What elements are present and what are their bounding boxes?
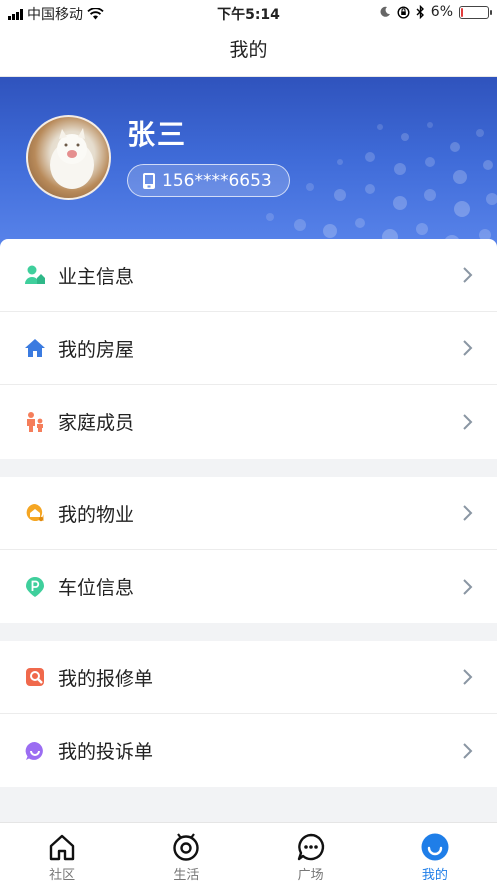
chevron-right-icon [463, 578, 473, 595]
property-icon [24, 502, 46, 524]
tab-label: 生活 [173, 868, 200, 883]
owner-icon [24, 264, 46, 286]
avatar[interactable] [26, 115, 111, 200]
cat-photo [50, 128, 94, 189]
phone-icon [143, 172, 155, 189]
mine-icon [420, 832, 450, 862]
user-name: 张三 [127, 118, 188, 151]
moon-icon [380, 6, 390, 17]
menu-item-owner-info[interactable]: 业主信息 [0, 239, 497, 312]
menu-item-complaint-orders[interactable]: 我的投诉单 [0, 714, 497, 787]
bluetooth-icon [416, 5, 424, 19]
life-icon [171, 832, 201, 862]
profile-header: 张三 156****6653 [0, 77, 497, 257]
menu-item-label: 车位信息 [58, 577, 135, 599]
phone-number: 156****6653 [162, 170, 272, 191]
menu-group-1: 业主信息 我的房屋 家庭成员 [0, 239, 497, 459]
complaint-icon [24, 740, 46, 762]
menu-item-family-members[interactable]: 家庭成员 [0, 385, 497, 458]
parking-icon [24, 576, 46, 598]
tab-bar: 社区 生活 广场 我的 [0, 822, 497, 883]
tab-label: 社区 [49, 868, 76, 883]
menu-item-repair-orders[interactable]: 我的报修单 [0, 641, 497, 714]
repair-icon [24, 666, 46, 688]
phone-badge: 156****6653 [127, 164, 290, 197]
chevron-right-icon [463, 340, 473, 356]
community-icon [47, 832, 77, 862]
menu-item-label: 我的投诉单 [58, 741, 154, 763]
menu-item-label: 我的报修单 [58, 667, 154, 690]
menu-item-my-property[interactable]: 我的物业 [0, 477, 497, 550]
menu-item-label: 我的物业 [58, 503, 135, 526]
tab-label: 我的 [421, 868, 448, 883]
menu-item-label: 我的房屋 [58, 338, 135, 361]
battery-percent: 6% [430, 4, 453, 20]
chevron-right-icon [463, 669, 473, 685]
family-icon [24, 411, 46, 433]
menu-group-3: 我的报修单 我的投诉单 [0, 641, 497, 787]
nav-bar: 我的 [0, 26, 497, 77]
chevron-right-icon [463, 267, 473, 283]
square-icon [296, 832, 326, 862]
battery-level [461, 7, 463, 17]
orientation-lock-icon [397, 5, 410, 19]
menu-group-2: 我的物业 车位信息 [0, 477, 497, 623]
tab-label: 广场 [297, 868, 324, 883]
page-title: 我的 [229, 39, 268, 61]
tab-community[interactable]: 社区 [0, 823, 124, 883]
chevron-right-icon [463, 505, 473, 521]
chevron-right-icon [463, 742, 473, 759]
menu-item-my-house[interactable]: 我的房屋 [0, 312, 497, 385]
battery-icon [459, 5, 492, 19]
status-right: 6% [379, 4, 492, 20]
status-bar: 中国移动 下午5:14 6% [0, 0, 497, 26]
tab-life[interactable]: 生活 [124, 823, 248, 883]
tab-square[interactable]: 广场 [249, 823, 373, 883]
house-icon [24, 337, 46, 359]
tab-mine[interactable]: 我的 [373, 823, 497, 883]
menu-item-parking-info[interactable]: 车位信息 [0, 550, 497, 623]
menu-item-label: 业主信息 [58, 265, 135, 288]
menu-item-label: 家庭成员 [58, 412, 135, 434]
chevron-right-icon [463, 413, 473, 430]
